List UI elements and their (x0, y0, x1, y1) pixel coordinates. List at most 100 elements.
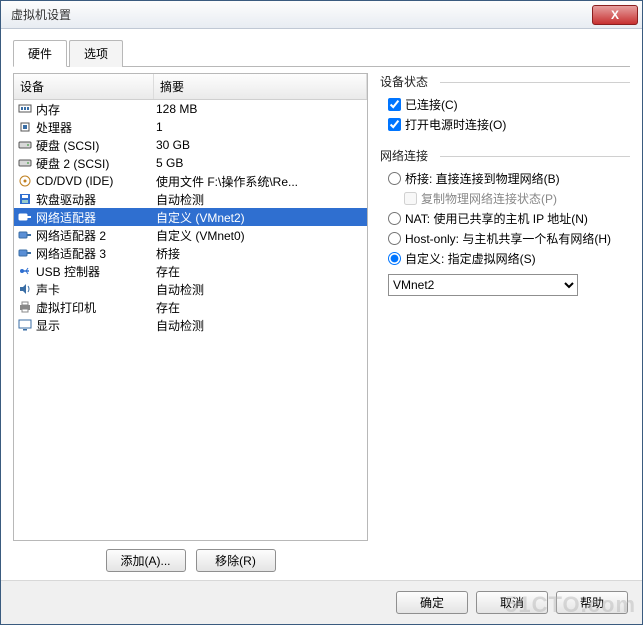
tab-strip: 硬件 选项 (13, 39, 630, 67)
printer-icon (16, 299, 34, 315)
radio-bridged-label: 桥接: 直接连接到物理网络(B) (405, 170, 560, 187)
device-name: 软盘驱动器 (36, 191, 156, 208)
device-name: 硬盘 (SCSI) (36, 137, 156, 154)
device-name: 网络适配器 (36, 209, 156, 226)
device-row[interactable]: 处理器1 (14, 118, 367, 136)
window-close-button[interactable]: X (592, 5, 638, 25)
radio-custom-input[interactable] (388, 252, 401, 265)
right-pane: 设备状态 已连接(C) 打开电源时连接(O) 网络连接 桥接: 直接连接到物理网… (368, 73, 630, 572)
device-summary: 30 GB (156, 138, 365, 152)
connect-poweron-input[interactable] (388, 118, 401, 131)
device-row[interactable]: 网络适配器 3桥接 (14, 244, 367, 262)
vmnet-select[interactable]: VMnet2 (388, 274, 578, 296)
replicate-label: 复制物理网络连接状态(P) (421, 190, 557, 207)
device-summary: 使用文件 F:\操作系统\Re... (156, 173, 365, 190)
device-row[interactable]: 显示自动检测 (14, 316, 367, 334)
titlebar: 虚拟机设置 X (1, 1, 642, 29)
sound-icon (16, 281, 34, 297)
ok-button[interactable]: 确定 (396, 591, 468, 614)
display-icon (16, 317, 34, 333)
close-icon: X (611, 8, 619, 22)
floppy-icon (16, 191, 34, 207)
radio-bridged-input[interactable] (388, 172, 401, 185)
device-row[interactable]: 硬盘 2 (SCSI)5 GB (14, 154, 367, 172)
device-summary: 自动检测 (156, 317, 365, 334)
device-summary: 1 (156, 120, 365, 134)
window-title: 虚拟机设置 (11, 6, 592, 23)
device-row[interactable]: 软盘驱动器自动检测 (14, 190, 367, 208)
device-name: 网络适配器 3 (36, 245, 156, 262)
device-name: 硬盘 2 (SCSI) (36, 155, 156, 172)
network-icon (16, 245, 34, 261)
memory-icon (16, 101, 34, 117)
radio-nat-input[interactable] (388, 212, 401, 225)
network-connection-title: 网络连接 (380, 147, 630, 164)
connect-poweron-label: 打开电源时连接(O) (405, 116, 506, 133)
device-row[interactable]: 虚拟打印机存在 (14, 298, 367, 316)
hdd-icon (16, 155, 34, 171)
cpu-icon (16, 119, 34, 135)
device-name: 声卡 (36, 281, 156, 298)
device-summary: 128 MB (156, 102, 365, 116)
left-pane: 设备 摘要 内存128 MB处理器1硬盘 (SCSI)30 GB硬盘 2 (SC… (13, 73, 368, 572)
device-row[interactable]: CD/DVD (IDE)使用文件 F:\操作系统\Re... (14, 172, 367, 190)
device-list-header: 设备 摘要 (14, 74, 367, 100)
tab-options-label: 选项 (84, 47, 108, 61)
tab-hardware-label: 硬件 (28, 47, 52, 61)
device-row[interactable]: 内存128 MB (14, 100, 367, 118)
replicate-checkbox: 复制物理网络连接状态(P) (404, 190, 630, 207)
device-name: 内存 (36, 101, 156, 118)
window-body: 硬件 选项 设备 摘要 内存128 MB处理器1硬盘 (SCSI)30 GB硬盘… (1, 29, 642, 580)
device-summary: 5 GB (156, 156, 365, 170)
device-row[interactable]: 网络适配器自定义 (VMnet2) (14, 208, 367, 226)
device-summary: 自定义 (VMnet2) (156, 209, 365, 226)
device-name: CD/DVD (IDE) (36, 174, 156, 188)
network-icon (16, 227, 34, 243)
network-icon (16, 209, 34, 225)
remove-button[interactable]: 移除(R) (196, 549, 276, 572)
device-list: 设备 摘要 内存128 MB处理器1硬盘 (SCSI)30 GB硬盘 2 (SC… (13, 73, 368, 541)
device-status-group: 设备状态 已连接(C) 打开电源时连接(O) (380, 73, 630, 133)
columns: 设备 摘要 内存128 MB处理器1硬盘 (SCSI)30 GB硬盘 2 (SC… (13, 73, 630, 572)
col-header-device[interactable]: 设备 (14, 74, 154, 99)
radio-hostonly-label: Host-only: 与主机共享一个私有网络(H) (405, 230, 611, 247)
device-summary: 存在 (156, 299, 365, 316)
device-name: USB 控制器 (36, 263, 156, 280)
list-buttons: 添加(A)... 移除(R) (13, 541, 368, 572)
radio-bridged[interactable]: 桥接: 直接连接到物理网络(B) (388, 170, 630, 187)
connected-label: 已连接(C) (405, 96, 458, 113)
device-list-body: 内存128 MB处理器1硬盘 (SCSI)30 GB硬盘 2 (SCSI)5 G… (14, 100, 367, 334)
connect-poweron-checkbox[interactable]: 打开电源时连接(O) (388, 116, 630, 133)
device-name: 处理器 (36, 119, 156, 136)
device-summary: 自定义 (VMnet0) (156, 227, 365, 244)
usb-icon (16, 263, 34, 279)
tab-options[interactable]: 选项 (69, 40, 123, 67)
connected-input[interactable] (388, 98, 401, 111)
tab-hardware[interactable]: 硬件 (13, 40, 67, 67)
replicate-input (404, 192, 417, 205)
network-connection-group: 网络连接 桥接: 直接连接到物理网络(B) 复制物理网络连接状态(P) NAT:… (380, 147, 630, 296)
device-row[interactable]: USB 控制器存在 (14, 262, 367, 280)
device-name: 虚拟打印机 (36, 299, 156, 316)
radio-hostonly-input[interactable] (388, 232, 401, 245)
cancel-button[interactable]: 取消 (476, 591, 548, 614)
hdd-icon (16, 137, 34, 153)
device-summary: 存在 (156, 263, 365, 280)
col-header-summary[interactable]: 摘要 (154, 74, 367, 99)
connected-checkbox[interactable]: 已连接(C) (388, 96, 630, 113)
radio-custom-label: 自定义: 指定虚拟网络(S) (405, 250, 536, 267)
device-row[interactable]: 硬盘 (SCSI)30 GB (14, 136, 367, 154)
help-button[interactable]: 帮助 (556, 591, 628, 614)
radio-custom[interactable]: 自定义: 指定虚拟网络(S) (388, 250, 630, 267)
radio-hostonly[interactable]: Host-only: 与主机共享一个私有网络(H) (388, 230, 630, 247)
cd-icon (16, 173, 34, 189)
device-status-title: 设备状态 (380, 73, 630, 90)
radio-nat[interactable]: NAT: 使用已共享的主机 IP 地址(N) (388, 210, 630, 227)
device-row[interactable]: 网络适配器 2自定义 (VMnet0) (14, 226, 367, 244)
device-name: 网络适配器 2 (36, 227, 156, 244)
radio-nat-label: NAT: 使用已共享的主机 IP 地址(N) (405, 210, 588, 227)
device-row[interactable]: 声卡自动检测 (14, 280, 367, 298)
device-summary: 自动检测 (156, 191, 365, 208)
device-summary: 自动检测 (156, 281, 365, 298)
add-button[interactable]: 添加(A)... (106, 549, 186, 572)
